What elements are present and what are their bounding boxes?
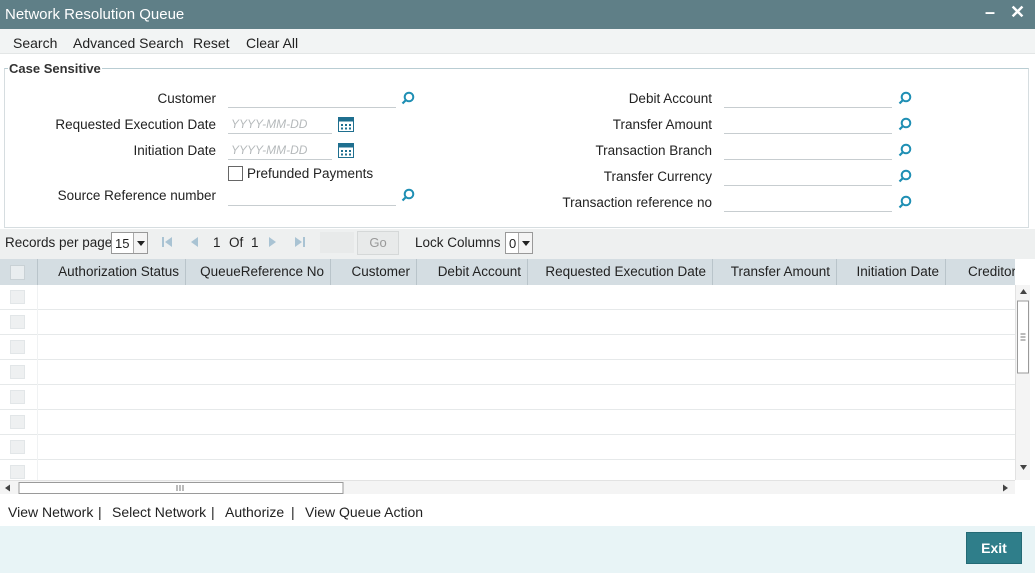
column-header[interactable]: Debit Account bbox=[417, 259, 528, 285]
transaction-reference-no-label: Transaction reference no bbox=[562, 195, 712, 210]
authorize-link[interactable]: Authorize bbox=[225, 504, 284, 520]
next-page-icon[interactable] bbox=[267, 236, 279, 251]
column-divider bbox=[37, 285, 38, 480]
table-row[interactable] bbox=[0, 285, 1015, 310]
table-row[interactable] bbox=[0, 360, 1015, 385]
requested-execution-date-input[interactable] bbox=[228, 114, 332, 134]
prefunded-payments-label: Prefunded Payments bbox=[247, 166, 374, 181]
menu-bar: Search Advanced Search Reset Clear All bbox=[0, 29, 1035, 54]
row-checkbox[interactable] bbox=[10, 440, 25, 454]
chevron-down-icon bbox=[518, 233, 532, 253]
table-row[interactable] bbox=[0, 335, 1015, 360]
records-per-page-value: 15 bbox=[115, 236, 130, 251]
records-per-page-label: Records per page bbox=[5, 235, 113, 250]
source-reference-number-input[interactable] bbox=[228, 186, 396, 206]
select-all-checkbox[interactable] bbox=[10, 265, 25, 280]
search-menu-item[interactable]: Search bbox=[13, 35, 57, 51]
action-separator: | bbox=[98, 504, 102, 520]
go-button[interactable]: Go bbox=[357, 231, 399, 255]
customer-lookup-icon[interactable] bbox=[401, 91, 415, 105]
grid-header: Authorization Status QueueReference No C… bbox=[0, 259, 1015, 285]
calendar-icon[interactable] bbox=[338, 142, 354, 158]
requested-execution-date-label: Requested Execution Date bbox=[55, 117, 216, 132]
clear-all-menu-item[interactable]: Clear All bbox=[246, 35, 298, 51]
vertical-scrollbar[interactable] bbox=[1015, 285, 1030, 480]
transfer-currency-input[interactable] bbox=[724, 166, 892, 186]
lock-columns-label: Lock Columns bbox=[415, 235, 501, 250]
advanced-search-menu-item[interactable]: Advanced Search bbox=[73, 35, 184, 51]
customer-label: Customer bbox=[157, 91, 216, 106]
column-header[interactable]: Creditor bbox=[946, 259, 1015, 285]
customer-input[interactable] bbox=[228, 88, 396, 108]
of-label: Of bbox=[229, 235, 244, 250]
row-checkbox[interactable] bbox=[10, 340, 25, 354]
footer-bar bbox=[0, 526, 1035, 573]
previous-page-icon[interactable] bbox=[188, 236, 200, 251]
row-checkbox[interactable] bbox=[10, 315, 25, 329]
table-row[interactable] bbox=[0, 435, 1015, 460]
last-page-icon[interactable] bbox=[294, 236, 306, 251]
prefunded-payments-checkbox[interactable] bbox=[228, 166, 243, 181]
initiation-date-input[interactable] bbox=[228, 140, 332, 160]
select-network-link[interactable]: Select Network bbox=[112, 504, 206, 520]
transfer-amount-lookup-icon[interactable] bbox=[898, 117, 912, 131]
source-reference-lookup-icon[interactable] bbox=[401, 188, 415, 202]
initiation-date-label: Initiation Date bbox=[133, 143, 216, 158]
column-header[interactable]: Authorization Status bbox=[38, 259, 186, 285]
debit-account-lookup-icon[interactable] bbox=[898, 91, 912, 105]
table-row[interactable] bbox=[0, 460, 1015, 480]
action-separator: | bbox=[211, 504, 215, 520]
row-checkbox[interactable] bbox=[10, 465, 25, 479]
table-row[interactable] bbox=[0, 410, 1015, 435]
records-per-page-select[interactable]: 15 bbox=[111, 232, 148, 254]
transfer-currency-lookup-icon[interactable] bbox=[898, 169, 912, 183]
row-checkbox[interactable] bbox=[10, 415, 25, 429]
lock-columns-value: 0 bbox=[509, 236, 517, 251]
case-sensitive-legend: Case Sensitive bbox=[8, 61, 102, 76]
grid-actions: View Network | Select Network | Authoriz… bbox=[0, 496, 1035, 526]
first-page-icon[interactable] bbox=[161, 236, 173, 251]
source-reference-number-label: Source Reference number bbox=[57, 188, 216, 203]
horizontal-scrollbar[interactable] bbox=[0, 480, 1015, 494]
column-header[interactable]: Initiation Date bbox=[837, 259, 946, 285]
view-network-link[interactable]: View Network bbox=[8, 504, 93, 520]
results-grid bbox=[0, 285, 1015, 480]
lock-columns-select[interactable]: 0 bbox=[505, 232, 533, 254]
minimize-button[interactable]: – bbox=[985, 2, 995, 23]
row-checkbox[interactable] bbox=[10, 390, 25, 404]
close-button[interactable]: ✕ bbox=[1010, 2, 1025, 23]
row-checkbox[interactable] bbox=[10, 365, 25, 379]
total-pages: 1 bbox=[251, 235, 259, 250]
chevron-down-icon bbox=[133, 233, 147, 253]
transaction-reference-no-input[interactable] bbox=[724, 192, 892, 212]
table-row[interactable] bbox=[0, 310, 1015, 335]
calendar-icon[interactable] bbox=[338, 116, 354, 132]
exit-button[interactable]: Exit bbox=[966, 532, 1022, 564]
transfer-amount-input[interactable] bbox=[724, 114, 892, 134]
action-separator: | bbox=[291, 504, 295, 520]
transaction-reference-lookup-icon[interactable] bbox=[898, 195, 912, 209]
select-all-column bbox=[0, 259, 38, 285]
row-checkbox[interactable] bbox=[10, 290, 25, 304]
table-row[interactable] bbox=[0, 385, 1015, 410]
reset-menu-item[interactable]: Reset bbox=[193, 35, 230, 51]
transfer-amount-label: Transfer Amount bbox=[612, 117, 712, 132]
transaction-branch-lookup-icon[interactable] bbox=[898, 143, 912, 157]
window-title: Network Resolution Queue bbox=[5, 6, 185, 23]
transaction-branch-label: Transaction Branch bbox=[595, 143, 712, 158]
debit-account-label: Debit Account bbox=[628, 91, 712, 106]
page-number-input[interactable] bbox=[320, 232, 354, 253]
debit-account-input[interactable] bbox=[724, 88, 892, 108]
transaction-branch-input[interactable] bbox=[724, 140, 892, 160]
view-queue-action-link[interactable]: View Queue Action bbox=[305, 504, 423, 520]
column-header[interactable]: QueueReference No bbox=[186, 259, 331, 285]
transfer-currency-label: Transfer Currency bbox=[603, 169, 712, 184]
column-header[interactable]: Transfer Amount bbox=[713, 259, 837, 285]
column-header[interactable]: Customer bbox=[331, 259, 417, 285]
title-bar: Network Resolution Queue – ✕ bbox=[0, 0, 1035, 29]
column-header[interactable]: Requested Execution Date bbox=[528, 259, 713, 285]
current-page: 1 bbox=[213, 235, 221, 250]
